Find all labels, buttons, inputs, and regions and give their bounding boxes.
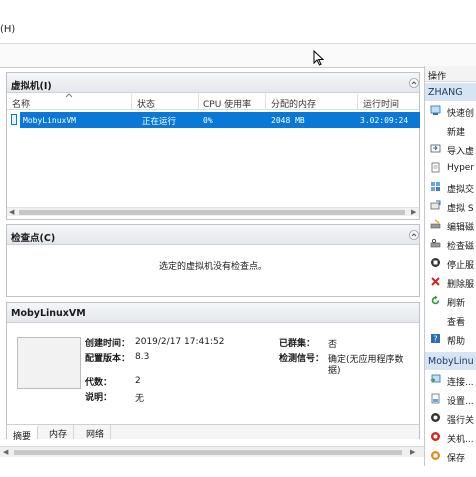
action-hyperv-settings[interactable]: Hyper — [425, 159, 476, 178]
config-version-label: 配置版本： — [85, 354, 131, 364]
stop-service-icon — [431, 258, 440, 267]
checkpoints-panel: 检查点(C) 选定的虚拟机没有检查点。 — [6, 224, 420, 297]
help-icon: ? — [431, 334, 440, 344]
config-version-value: 8.3 — [135, 352, 150, 362]
created-value: 2019/2/17 17:41:52 — [135, 337, 225, 347]
tab-summary[interactable]: 摘要 — [7, 425, 39, 442]
collapse-icon[interactable] — [409, 78, 419, 88]
virtual-san-icon — [430, 200, 441, 210]
edit-disk-icon — [430, 219, 441, 229]
clustered-value: 否 — [328, 340, 338, 350]
action-connect[interactable]: 连接... — [425, 371, 476, 390]
notes-value: 无 — [135, 394, 145, 404]
no-checkpoints-message: 选定的虚拟机没有检查点。 — [158, 262, 267, 272]
column-header-name[interactable]: 名称 — [12, 97, 30, 110]
sort-ascending-icon — [65, 93, 73, 98]
mouse-cursor-icon — [313, 50, 325, 66]
save-icon — [431, 451, 440, 460]
action-quick-create[interactable]: 快速创 — [425, 102, 476, 121]
action-stop-service[interactable]: 停止服 — [425, 254, 476, 273]
clustered-label: 已群集： — [279, 339, 316, 349]
scrollbar-thumb[interactable] — [14, 450, 402, 455]
vm-cpu-cell: 0% — [203, 116, 213, 125]
action-help[interactable]: ? 帮助 — [425, 330, 476, 349]
heartbeat-label: 检测信号： — [279, 354, 325, 364]
vm-state-cell: 正在运行 — [142, 117, 177, 127]
generation-value: 2 — [135, 376, 141, 386]
menu-help[interactable]: (H) — [0, 24, 15, 35]
turn-off-icon — [431, 413, 440, 422]
table-row[interactable]: MobyLinuxVM 正在运行 0% 2048 MB 3.02:09:24 — [20, 112, 420, 128]
heartbeat-value-continued: 据) — [328, 366, 341, 376]
action-settings[interactable]: 设置... — [425, 390, 476, 409]
column-header-cpu[interactable]: CPU 使用率 — [203, 97, 251, 110]
panel-title: 虚拟机(I) — [7, 73, 419, 93]
notes-label: 说明： — [85, 393, 113, 403]
vm-details-panel: MobyLinuxVM 创建时间： 2019/2/17 17:41:52 配置版… — [6, 302, 420, 442]
generation-label: 代数： — [85, 378, 113, 388]
panel-title: MobyLinuxVM — [7, 303, 419, 323]
actions-header: 操作 — [425, 66, 476, 82]
scroll-right-icon[interactable]: ▶ — [410, 448, 415, 456]
detail-tabs: 摘要 内存 网络 — [7, 424, 419, 442]
scroll-right-icon[interactable]: ▶ — [411, 208, 416, 216]
action-view[interactable]: 查看 — [425, 311, 476, 330]
remove-server-icon — [431, 277, 440, 286]
column-header-uptime[interactable]: 运行时间 — [363, 97, 399, 110]
action-turn-off[interactable]: 强行关 — [425, 409, 476, 428]
virtual-machines-panel: 虚拟机(I) 名称 状态 CPU 使用率 分配的内存 运行时间 MobyLinu… — [6, 72, 420, 220]
connect-icon — [430, 374, 441, 383]
created-label: 创建时间： — [85, 339, 131, 349]
action-refresh[interactable]: 刷新 — [425, 292, 476, 311]
scroll-left-icon[interactable]: ◀ — [3, 448, 8, 456]
panel-title: 检查点(C) — [7, 225, 419, 245]
vm-uptime-cell: 3.02:09:24 — [360, 116, 409, 125]
settings-icon — [431, 393, 440, 404]
import-icon — [430, 144, 441, 153]
action-virtual-san[interactable]: 虚拟 S — [425, 197, 476, 216]
actions-vm-group[interactable]: MobyLinu — [425, 352, 476, 370]
hyperv-settings-icon — [431, 162, 440, 173]
action-new[interactable]: 新建 — [425, 121, 476, 140]
actions-host-group[interactable]: ZHANG — [425, 83, 476, 101]
vm-list-horizontal-scrollbar[interactable]: ◀ ▶ — [7, 207, 419, 216]
action-remove-server[interactable]: 删除服 — [425, 273, 476, 292]
vm-status-icon — [11, 114, 17, 125]
shutdown-icon — [431, 432, 440, 441]
column-header-memory[interactable]: 分配的内存 — [271, 97, 316, 110]
action-import-vm[interactable]: 导入虚 — [425, 140, 476, 159]
vm-thumbnail[interactable] — [17, 337, 81, 389]
refresh-icon — [431, 295, 440, 305]
action-save[interactable]: 保存 — [425, 447, 476, 466]
collapse-icon[interactable] — [409, 230, 419, 240]
action-inspect-disk[interactable]: 检查磁 — [425, 235, 476, 254]
action-shutdown[interactable]: 关机... — [425, 428, 476, 447]
main-horizontal-scrollbar[interactable]: ◀ ▶ — [0, 446, 424, 457]
scroll-left-icon[interactable]: ◀ — [9, 208, 14, 216]
vm-memory-cell: 2048 MB — [271, 116, 305, 125]
action-virtual-switch[interactable]: 虚拟交 — [425, 178, 476, 197]
menu-bar: (H) — [0, 0, 476, 44]
svg-text:?: ? — [433, 335, 437, 344]
toolbar — [0, 44, 476, 68]
vm-name-cell: MobyLinuxVM — [23, 116, 76, 125]
quick-create-icon — [430, 105, 441, 115]
actions-pane: 操作 ZHANG 快速创 新建 导入虚 Hyper 虚拟交 虚拟 S 编辑磁 检… — [424, 66, 476, 466]
virtual-switch-icon — [431, 182, 440, 191]
scrollbar-thumb[interactable] — [19, 210, 405, 215]
action-edit-disk[interactable]: 编辑磁 — [425, 216, 476, 235]
column-header-state[interactable]: 状态 — [137, 97, 155, 110]
tab-memory[interactable]: 内存 — [43, 425, 75, 440]
column-header-row: 名称 状态 CPU 使用率 分配的内存 运行时间 — [7, 93, 419, 110]
inspect-disk-icon — [430, 238, 441, 248]
tab-network[interactable]: 网络 — [80, 425, 112, 440]
